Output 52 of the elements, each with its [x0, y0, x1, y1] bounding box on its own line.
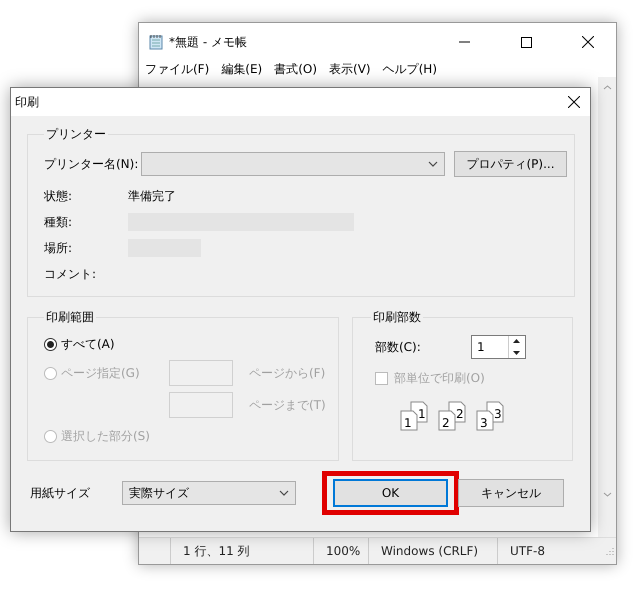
- status-text: 1 行、11 列: [170, 538, 313, 564]
- resize-grip-icon[interactable]: [606, 547, 614, 555]
- field-label: 種類:: [44, 214, 74, 230]
- scroll-up-icon: [602, 85, 612, 90]
- status-text: UTF-8: [497, 538, 570, 564]
- checkbox-label: 部単位で印刷(O): [394, 370, 485, 387]
- chevron-down-icon: [428, 161, 438, 167]
- collate-pages-drawing: 2 2: [437, 401, 467, 431]
- field-label: プリンター名(N):: [44, 156, 140, 172]
- field-label: ページまで(T): [248, 396, 327, 414]
- printer-dropdown[interactable]: [141, 152, 445, 176]
- from-page-field[interactable]: [169, 360, 233, 386]
- collate-pages-drawing: 3 3: [475, 401, 505, 431]
- field-label: 状態:: [44, 188, 74, 204]
- cancel-button[interactable]: キャンセル: [458, 479, 564, 507]
- field-label: 用紙サイズ: [29, 484, 91, 502]
- copies-spinner[interactable]: 1: [471, 335, 526, 359]
- collate-pages-drawing: 1 1: [399, 401, 429, 431]
- maximize-icon: [520, 36, 532, 48]
- close-icon: [568, 96, 580, 108]
- radio-label: 選択した部分(S): [61, 428, 150, 444]
- group-title: 印刷部数: [372, 309, 422, 326]
- dialog-title: 印刷: [15, 94, 39, 110]
- field-label: コメント:: [44, 266, 98, 282]
- notepad-icon: [149, 34, 163, 50]
- menu-item[interactable]: 書式(O): [274, 60, 318, 78]
- field-label: 場所:: [44, 240, 74, 256]
- properties-button[interactable]: プロパティ(P)...: [454, 151, 567, 177]
- minimize-icon: [458, 41, 470, 43]
- group-title: プリンター: [45, 126, 107, 143]
- menu-item[interactable]: 編集(E): [221, 60, 262, 78]
- ok-button[interactable]: OK: [333, 479, 448, 507]
- field-label: ページから(F): [248, 364, 326, 382]
- radio-button[interactable]: [44, 338, 57, 350]
- status-text: 100%: [313, 538, 368, 564]
- status-text: Windows (CRLF): [368, 538, 497, 564]
- menu-item[interactable]: ヘルプ(H): [382, 60, 437, 78]
- radio-label: ページ指定(G): [61, 364, 140, 382]
- to-page-field[interactable]: [169, 392, 233, 418]
- chevron-down-icon: [279, 490, 289, 496]
- close-button[interactable]: [568, 96, 580, 108]
- paper-size-dropdown[interactable]: 実際サイズ: [122, 481, 296, 505]
- window-title: *無題 - メモ帳: [169, 34, 248, 50]
- menu-item[interactable]: 表示(V): [329, 60, 371, 78]
- field-label: 部数(C):: [374, 338, 422, 356]
- group-title: 印刷範囲: [45, 309, 95, 326]
- field-value: 準備完了: [128, 188, 177, 204]
- radio-label: すべて(A): [61, 336, 115, 352]
- scroll-down-icon: [602, 492, 612, 497]
- scrollbar[interactable]: [598, 77, 616, 537]
- menu-item[interactable]: ファイル(F): [145, 60, 210, 78]
- close-icon: [582, 36, 594, 48]
